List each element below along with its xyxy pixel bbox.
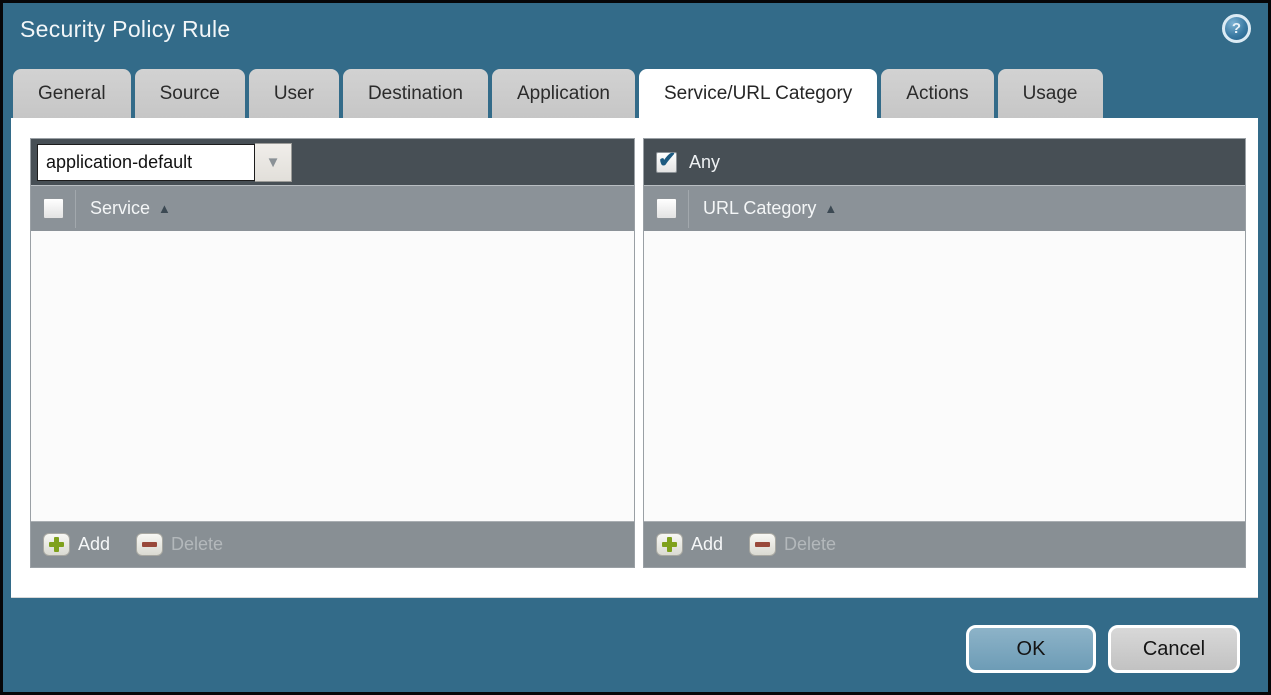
tab-destination[interactable]: Destination (342, 69, 488, 119)
url-category-delete-button[interactable]: Delete (749, 533, 836, 556)
dialog-title: Security Policy Rule (20, 16, 231, 42)
chevron-down-icon: ▼ (265, 153, 281, 171)
service-panel: ▼ Service ▲ Add (30, 138, 635, 568)
help-icon[interactable]: ? (1222, 14, 1251, 43)
add-plus-icon (43, 533, 70, 556)
service-delete-button[interactable]: Delete (136, 533, 223, 556)
delete-minus-icon (749, 533, 777, 556)
service-panel-topbar: ▼ (31, 139, 634, 185)
cancel-button[interactable]: Cancel (1108, 625, 1240, 673)
url-category-panel: Any URL Category ▲ Add (643, 138, 1246, 568)
service-type-dropdown-button[interactable]: ▼ (255, 142, 292, 182)
tab-user[interactable]: User (248, 69, 339, 119)
add-plus-icon (656, 533, 683, 556)
service-add-label: Add (78, 534, 111, 554)
service-type-dropdown-input[interactable] (37, 143, 255, 181)
tab-bar: General Source User Destination Applicat… (13, 69, 1103, 119)
tab-general[interactable]: General (13, 69, 131, 119)
service-type-dropdown: ▼ (37, 142, 292, 182)
header-divider (75, 189, 76, 228)
service-add-button[interactable]: Add (43, 533, 110, 556)
service-select-all-column (31, 198, 75, 219)
tab-service-url-category[interactable]: Service/URL Category (638, 69, 878, 119)
tab-usage[interactable]: Usage (997, 69, 1103, 119)
ok-button[interactable]: OK (966, 625, 1096, 673)
service-toolbar: Add Delete (31, 521, 634, 567)
url-category-select-all-checkbox[interactable] (655, 198, 677, 219)
url-category-add-button[interactable]: Add (656, 533, 723, 556)
header-divider (688, 189, 689, 228)
help-glyph: ? (1231, 20, 1242, 37)
delete-minus-icon (136, 533, 164, 556)
tab-source[interactable]: Source (134, 69, 245, 119)
url-category-list-body (644, 231, 1245, 521)
service-list-body (31, 231, 634, 521)
tab-application[interactable]: Application (492, 69, 635, 119)
sort-asc-icon[interactable]: ▲ (824, 201, 837, 216)
any-checkbox[interactable] (656, 147, 677, 173)
security-policy-rule-dialog: Security Policy Rule ? General Source Us… (0, 0, 1271, 695)
url-category-delete-label: Delete (784, 534, 837, 554)
service-table-header: Service ▲ (31, 185, 634, 231)
url-category-column-header[interactable]: URL Category (703, 198, 816, 219)
any-label: Any (689, 151, 721, 172)
tab-content-area: ▼ Service ▲ Add (11, 118, 1258, 598)
service-select-all-checkbox[interactable] (42, 198, 64, 219)
service-column-header[interactable]: Service (90, 198, 150, 219)
url-category-panel-topbar: Any (644, 139, 1245, 185)
sort-asc-icon[interactable]: ▲ (158, 201, 171, 216)
url-category-select-all-column (644, 198, 688, 219)
url-category-toolbar: Add Delete (644, 521, 1245, 567)
url-category-add-label: Add (691, 534, 724, 554)
service-delete-label: Delete (171, 534, 224, 554)
tab-actions[interactable]: Actions (881, 69, 994, 119)
url-category-table-header: URL Category ▲ (644, 185, 1245, 231)
